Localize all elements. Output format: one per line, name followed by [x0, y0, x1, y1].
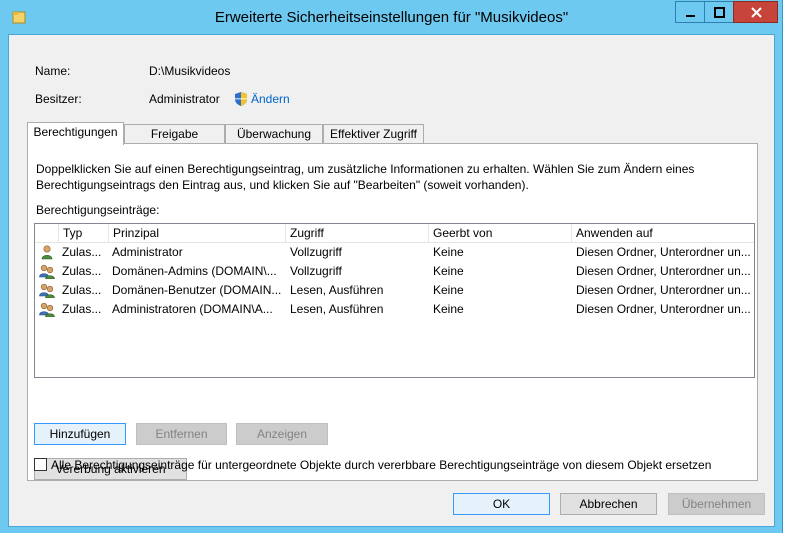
row-applies: Diesen Ordner, Unterordner un...	[576, 283, 751, 297]
row-principal: Administrator	[112, 245, 183, 259]
row-type: Zulas...	[62, 302, 102, 316]
permission-entries-list[interactable]: Typ Prinzipal Zugriff Geerbt von Anwende…	[34, 223, 755, 378]
instructions-text: Doppelklicken Sie auf einen Berechtigung…	[36, 162, 695, 192]
row-access: Lesen, Ausführen	[290, 283, 384, 297]
column-header-type[interactable]: Typ	[59, 224, 109, 243]
row-access: Vollzugriff	[290, 264, 342, 278]
row-inherited: Keine	[433, 264, 464, 278]
row-access: Lesen, Ausführen	[290, 302, 384, 316]
name-value: D:\Musikvideos	[149, 64, 231, 78]
ok-button[interactable]: OK	[453, 493, 550, 515]
tab-ueberwachung[interactable]: Überwachung	[225, 124, 323, 144]
row-inherited: Keine	[433, 283, 464, 297]
remove-button[interactable]: Entfernen	[136, 423, 227, 445]
group-icon	[38, 301, 56, 320]
column-header-inherited[interactable]: Geerbt von	[429, 224, 572, 243]
replace-child-permissions-checkbox[interactable]	[34, 458, 47, 471]
row-type: Zulas...	[62, 283, 102, 297]
maximize-button[interactable]	[704, 1, 734, 23]
maximize-icon	[714, 7, 725, 18]
group-icon	[38, 282, 56, 301]
row-access: Vollzugriff	[290, 245, 342, 259]
close-icon	[751, 7, 762, 18]
column-header-applies[interactable]: Anwenden auf	[572, 224, 754, 243]
owner-label: Besitzer:	[35, 92, 82, 106]
table-row[interactable]: Zulas... Domänen-Benutzer (DOMAIN... Les…	[35, 281, 754, 300]
permissions-tab-panel: Doppelklicken Sie auf einen Berechtigung…	[27, 143, 758, 481]
entries-label: Berechtigungseinträge:	[36, 203, 160, 217]
column-header-access[interactable]: Zugriff	[286, 224, 429, 243]
owner-value: Administrator	[149, 92, 220, 106]
column-header-spacer	[35, 224, 59, 243]
row-type: Zulas...	[62, 264, 102, 278]
minimize-button[interactable]	[675, 1, 705, 23]
title-bar[interactable]: Erweiterte Sicherheitseinstellungen für …	[0, 0, 783, 34]
group-icon	[38, 263, 56, 282]
row-principal: Domänen-Admins (DOMAIN\...	[112, 264, 277, 278]
row-applies: Diesen Ordner, Unterordner un...	[576, 302, 751, 316]
add-button[interactable]: Hinzufügen	[34, 423, 126, 445]
name-label: Name:	[35, 64, 71, 78]
list-header: Typ Prinzipal Zugriff Geerbt von Anwende…	[35, 224, 754, 243]
tab-effektiver-zugriff[interactable]: Effektiver Zugriff	[323, 124, 424, 144]
dialog-client-area: Name: D:\Musikvideos Besitzer: Administr…	[8, 34, 775, 527]
background-window-edge	[783, 0, 789, 533]
tab-freigabe[interactable]: Freigabe	[124, 124, 225, 144]
shield-icon	[233, 91, 249, 107]
table-row[interactable]: Zulas... Administrator Vollzugriff Keine…	[35, 243, 754, 262]
table-row[interactable]: Zulas... Administratoren (DOMAIN\A... Le…	[35, 300, 754, 319]
row-principal: Administratoren (DOMAIN\A...	[112, 302, 273, 316]
minimize-icon	[686, 15, 695, 17]
user-icon	[39, 244, 55, 263]
column-header-principal[interactable]: Prinzipal	[109, 224, 286, 243]
row-inherited: Keine	[433, 245, 464, 259]
security-dialog-window: Erweiterte Sicherheitseinstellungen für …	[0, 0, 783, 533]
replace-child-permissions-label: Alle Berechtigungseinträge für untergeor…	[51, 458, 712, 472]
row-principal: Domänen-Benutzer (DOMAIN...	[112, 283, 282, 297]
row-applies: Diesen Ordner, Unterordner un...	[576, 245, 751, 259]
tab-berechtigungen[interactable]: Berechtigungen	[27, 122, 124, 145]
view-button[interactable]: Anzeigen	[236, 423, 328, 445]
apply-button[interactable]: Übernehmen	[668, 493, 765, 515]
cancel-button[interactable]: Abbrechen	[560, 493, 657, 515]
table-row[interactable]: Zulas... Domänen-Admins (DOMAIN\... Voll…	[35, 262, 754, 281]
window-title: Erweiterte Sicherheitseinstellungen für …	[214, 9, 569, 26]
row-applies: Diesen Ordner, Unterordner un...	[576, 264, 751, 278]
row-type: Zulas...	[62, 245, 102, 259]
close-button[interactable]	[733, 1, 778, 23]
change-owner-link[interactable]: Ändern	[251, 92, 290, 106]
row-inherited: Keine	[433, 302, 464, 316]
